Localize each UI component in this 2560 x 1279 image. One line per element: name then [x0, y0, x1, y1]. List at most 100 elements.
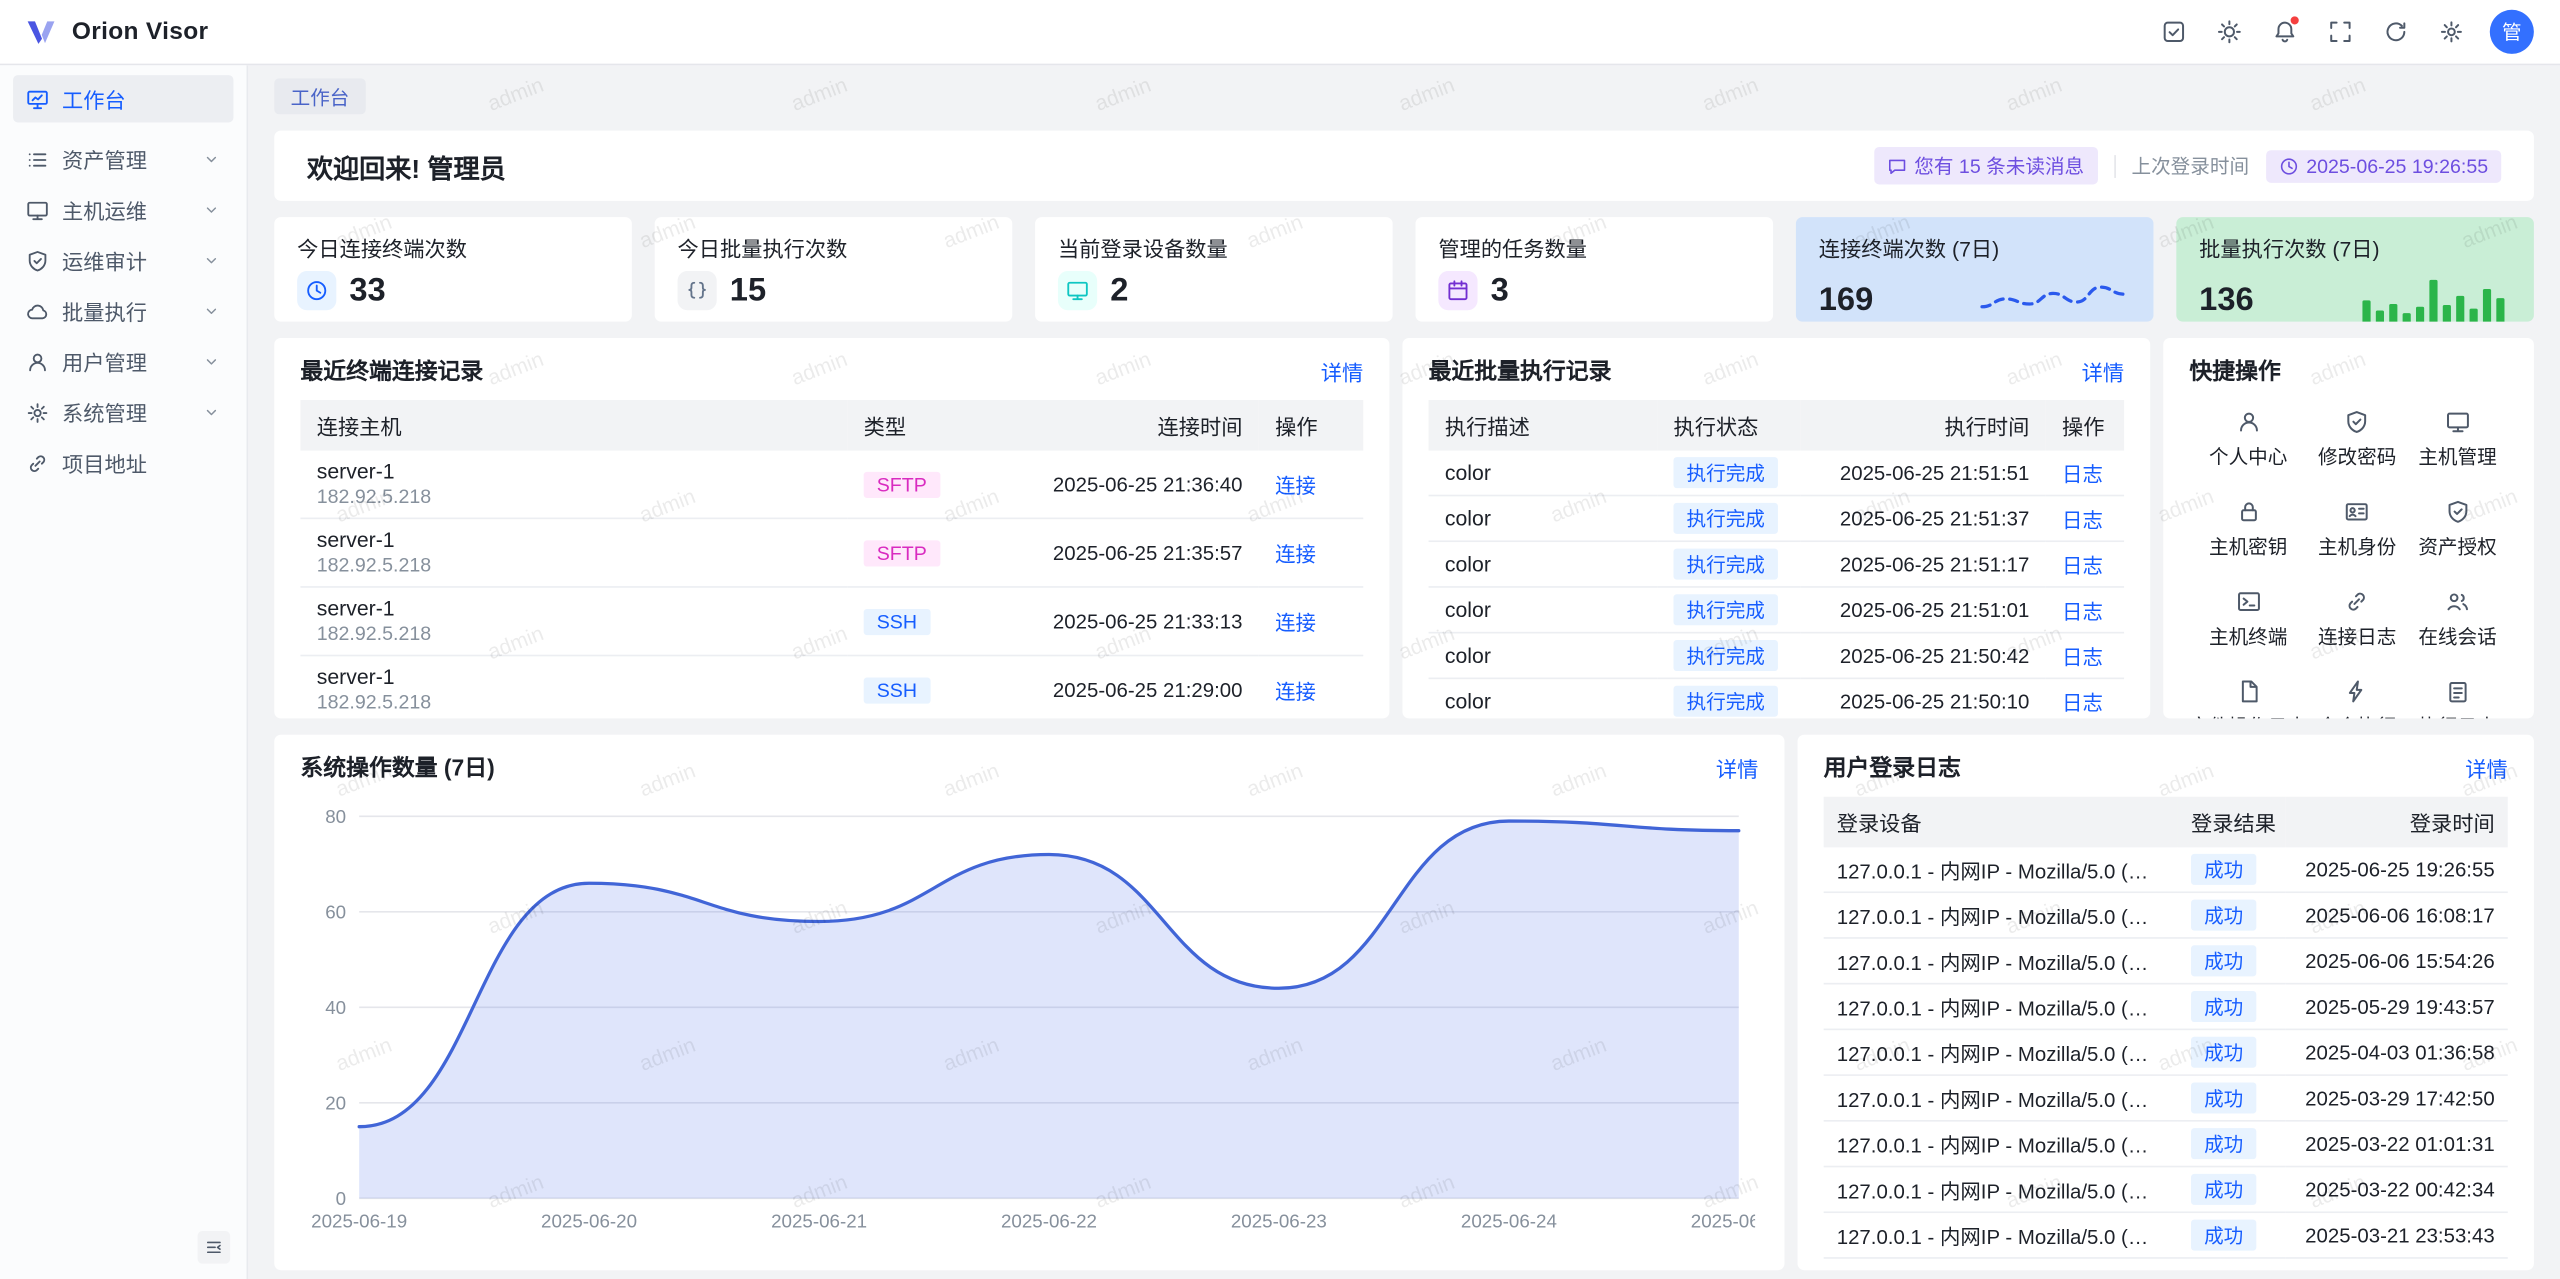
recent-connections-table: 连接主机类型连接时间操作 server-1182.92.5.218 SFTP 2… — [300, 400, 1363, 718]
chevron-down-icon — [202, 150, 220, 168]
clock-icon — [297, 271, 336, 310]
connect-link[interactable]: 连接 — [1275, 612, 1316, 635]
quick-action-0[interactable]: 个人中心 — [2189, 403, 2307, 476]
collapse-sidebar-button[interactable] — [198, 1231, 231, 1264]
sidebar-item-1[interactable]: 资产管理 — [13, 136, 233, 183]
login-row: 127.0.0.1 - 内网IP - Mozilla/5.0 (Windows … — [1824, 1167, 2508, 1213]
list-icon — [26, 148, 49, 171]
host-ip: 182.92.5.218 — [317, 485, 831, 509]
svg-text:2025-06-21: 2025-06-21 — [771, 1211, 867, 1232]
recent-connections-detail-link[interactable]: 详情 — [1321, 355, 1363, 386]
notification-bell-button[interactable] — [2261, 9, 2307, 55]
sidebar-item-6[interactable]: 系统管理 — [13, 389, 233, 436]
chevron-down-icon — [202, 302, 220, 320]
log-link[interactable]: 日志 — [2062, 692, 2103, 715]
tasks-button[interactable] — [2150, 9, 2196, 55]
sidebar-item-0[interactable]: 工作台 — [13, 75, 233, 122]
column-header: 连接时间 — [984, 400, 1258, 451]
link-icon — [2345, 589, 2369, 613]
user-icon — [2236, 410, 2260, 434]
bolt-icon — [2345, 679, 2369, 703]
chevron-down-icon — [202, 403, 220, 421]
protocol-tag: SSH — [864, 608, 930, 634]
svg-text:60: 60 — [325, 901, 346, 922]
unread-messages-badge[interactable]: 您有 15 条未读消息 — [1873, 147, 2097, 185]
exec-row: color 执行完成 2025-06-25 21:51:51 日志 — [1429, 451, 2125, 496]
refresh-button[interactable] — [2372, 9, 2418, 55]
quick-action-4[interactable]: 主机身份 — [2307, 493, 2407, 566]
tab-workbench[interactable]: 工作台 — [274, 78, 365, 114]
settings-gear-button[interactable] — [2428, 9, 2474, 55]
app-title: Orion Visor — [72, 18, 209, 46]
chevron-down-icon — [202, 251, 220, 269]
connect-link[interactable]: 连接 — [1275, 681, 1316, 704]
recent-exec-detail-link[interactable]: 详情 — [2082, 355, 2124, 386]
quick-action-6[interactable]: 主机终端 — [2189, 583, 2307, 656]
exec-row: color 执行完成 2025-06-25 21:51:01 日志 — [1429, 587, 2125, 633]
login-result-badge: 成功 — [2191, 1037, 2256, 1068]
quick-action-8[interactable]: 在线会话 — [2407, 583, 2507, 656]
quick-action-2[interactable]: 主机管理 — [2407, 403, 2507, 476]
ops-chart-panel: 系统操作数量 (7日) 详情 0204060802025-06-192025-0… — [274, 735, 1784, 1271]
log-link[interactable]: 日志 — [2062, 464, 2103, 487]
sidebar-item-4[interactable]: 批量执行 — [13, 287, 233, 334]
fullscreen-button[interactable] — [2317, 9, 2363, 55]
exec-time: 2025-06-25 21:51:51 — [1801, 451, 2046, 496]
quick-action-7[interactable]: 连接日志 — [2307, 583, 2407, 656]
sidebar-item-2[interactable]: 主机运维 — [13, 186, 233, 233]
column-header: 类型 — [847, 400, 984, 451]
login-log-title: 用户登录日志 — [1824, 751, 1961, 784]
quick-action-10[interactable]: 命令执行 — [2307, 673, 2407, 719]
stat-label: 管理的任务数量 — [1438, 232, 1750, 263]
svg-text:2025-06-23: 2025-06-23 — [1231, 1211, 1327, 1232]
log-link[interactable]: 日志 — [2062, 647, 2103, 670]
avatar[interactable]: 管 — [2490, 10, 2534, 54]
login-time: 2025-03-29 17:42:50 — [2286, 1075, 2508, 1121]
quick-action-label: 主机终端 — [2209, 622, 2287, 650]
login-result-badge: 成功 — [2191, 945, 2256, 976]
log-link[interactable]: 日志 — [2062, 601, 2103, 624]
login-log-detail-link[interactable]: 详情 — [2465, 752, 2507, 783]
refresh-icon — [2383, 20, 2407, 44]
sidebar-item-5[interactable]: 用户管理 — [13, 338, 233, 385]
quick-action-3[interactable]: 主机密钥 — [2189, 493, 2307, 566]
exec-status-badge: 执行完成 — [1673, 549, 1778, 580]
quick-action-5[interactable]: 资产授权 — [2407, 493, 2507, 566]
theme-toggle-button[interactable] — [2206, 9, 2252, 55]
svg-text:0: 0 — [336, 1188, 346, 1209]
connection-time: 2025-06-25 21:35:57 — [984, 518, 1258, 587]
log-link[interactable]: 日志 — [2062, 555, 2103, 578]
theme-toggle-icon — [2216, 20, 2240, 44]
login-result-badge: 成功 — [2191, 1220, 2256, 1251]
exec-time: 2025-06-25 21:50:42 — [1801, 633, 2046, 679]
log-link[interactable]: 日志 — [2062, 509, 2103, 532]
login-row: 127.0.0.1 - 内网IP - Mozilla/5.0 (Windows … — [1824, 984, 2508, 1030]
protocol-tag: SSH — [864, 677, 930, 703]
login-time: 2025-04-03 01:36:58 — [2286, 1029, 2508, 1075]
host-ip: 182.92.5.218 — [317, 553, 831, 577]
shieldcheck-icon — [26, 249, 49, 272]
stat-label: 当前登录设备数量 — [1058, 232, 1370, 263]
svg-text:2025-06-22: 2025-06-22 — [1001, 1211, 1097, 1232]
clock-icon — [2278, 156, 2298, 176]
quick-action-11[interactable]: 执行日志 — [2407, 673, 2507, 719]
login-device: 127.0.0.1 - 内网IP - Mozilla/5.0 (Windows … — [1824, 1167, 2178, 1213]
ops-chart-detail-link[interactable]: 详情 — [1716, 752, 1758, 783]
login-time: 2025-06-06 16:08:17 — [2286, 892, 2508, 938]
recent-connections-title: 最近终端连接记录 — [300, 354, 483, 387]
connect-link[interactable]: 连接 — [1275, 544, 1316, 567]
topbar-actions: 管 — [2150, 9, 2534, 55]
connection-row: server-1182.92.5.218 SFTP 2025-06-25 21:… — [300, 451, 1363, 519]
brand[interactable]: Orion Visor — [23, 14, 208, 50]
exec-row: color 执行完成 2025-06-25 21:50:10 日志 — [1429, 678, 2125, 718]
column-header: 执行描述 — [1429, 400, 1658, 451]
quick-action-1[interactable]: 修改密码 — [2307, 403, 2407, 476]
connect-link[interactable]: 连接 — [1275, 475, 1316, 498]
quick-action-label: 资产授权 — [2418, 532, 2496, 560]
quick-action-9[interactable]: 文件操作日志 — [2189, 673, 2307, 719]
sidebar-item-3[interactable]: 运维审计 — [13, 237, 233, 284]
sidebar-item-7[interactable]: 项目地址 — [13, 439, 233, 486]
login-time: 2025-03-22 00:42:34 — [2286, 1167, 2508, 1213]
recent-exec-panel: 最近批量执行记录 详情 执行描述执行状态执行时间操作 color 执行完成 20… — [1402, 338, 2150, 718]
connection-row: server-1182.92.5.218 SSH 2025-06-25 21:2… — [300, 656, 1363, 719]
